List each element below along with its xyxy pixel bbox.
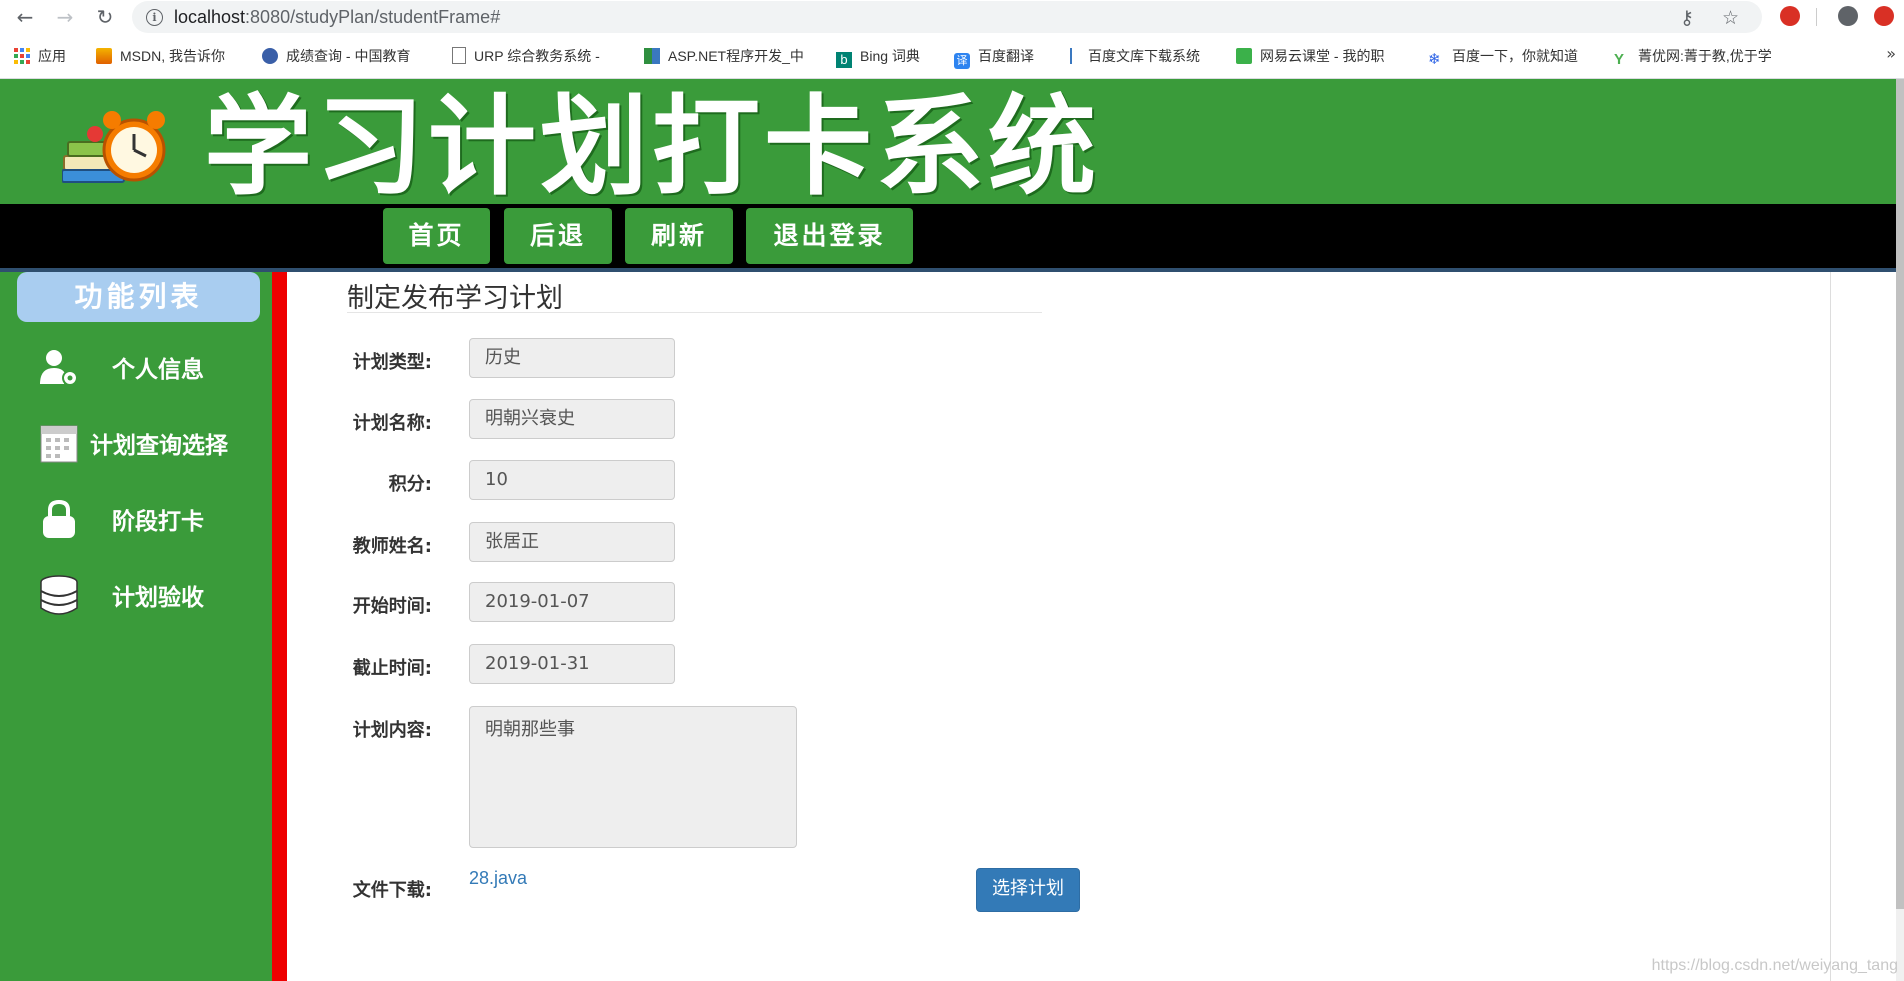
bookmark-baidu-translate[interactable]: 译百度翻译 [954, 46, 1034, 69]
sidebar-item-stage-checkin[interactable]: 阶段打卡 [0, 490, 272, 546]
page-icon [452, 47, 466, 64]
profile-avatar-icon[interactable] [1838, 6, 1858, 26]
calendar-icon [40, 425, 78, 463]
bookmark-label: URP 综合教务系统 - [474, 48, 600, 64]
heading-divider [347, 312, 1042, 313]
forward-arrow-icon[interactable]: → [52, 4, 78, 30]
bookmark-netease[interactable]: 网易云课堂 - 我的职 [1236, 46, 1384, 66]
bookmark-label: 网易云课堂 - 我的职 [1260, 48, 1385, 64]
sidebar-item-label: 阶段打卡 [112, 509, 204, 535]
url-host: localhost [174, 7, 246, 27]
sidebar-item-plan-query[interactable]: 计划查询选择 [0, 414, 272, 470]
bookmark-bing[interactable]: b Bing 词典 [836, 46, 920, 68]
database-icon [40, 575, 78, 615]
points-field[interactable]: 10 [469, 460, 675, 500]
bookmark-baidu[interactable]: ❄ 百度一下，你就知道 [1428, 46, 1578, 68]
points-label: 积分: [388, 474, 432, 495]
back-arrow-icon[interactable]: ← [12, 4, 38, 30]
file-download-label: 文件下载: [352, 880, 432, 901]
bookmarks-overflow-button[interactable]: » [1886, 44, 1896, 63]
start-date-field[interactable]: 2019-01-07 [469, 582, 675, 622]
site-info-icon[interactable]: i [146, 9, 163, 26]
teacher-name-field[interactable]: 张居正 [469, 522, 675, 562]
flag-icon [1070, 48, 1080, 64]
translate-icon: 译 [954, 53, 970, 69]
bookmark-label: 百度文库下载系统 [1088, 48, 1200, 64]
refresh-button[interactable]: 刷新 [625, 208, 733, 264]
bookmark-label: 成绩查询 - 中国教育 [286, 48, 411, 64]
bookmark-msdn[interactable]: MSDN, 我告诉你 [96, 46, 225, 66]
start-date-label: 开始时间: [352, 596, 432, 617]
bookmark-apps[interactable]: 应用 [14, 46, 66, 66]
bookmark-aspnet[interactable]: ASP.NET程序开发_中 [644, 46, 804, 66]
plan-content-label: 计划内容: [352, 720, 432, 741]
toolbar-separator [1816, 8, 1817, 26]
sidebar-item-label: 计划验收 [112, 585, 204, 611]
sidebar-item-plan-acceptance[interactable]: 计划验收 [0, 566, 272, 622]
logout-button[interactable]: 退出登录 [746, 208, 913, 264]
browser-toolbar: ← → ↻ i localhost:8080/studyPlan/student… [0, 0, 1904, 34]
teacher-name-label: 教师姓名: [352, 536, 432, 557]
end-date-label: 截止时间: [352, 658, 432, 679]
alarm-clock-books-icon [62, 111, 166, 183]
end-date-field[interactable]: 2019-01-31 [469, 644, 675, 684]
bookmark-label: Bing 词典 [860, 48, 920, 64]
bookmark-label: 百度一下，你就知道 [1452, 48, 1578, 64]
plan-type-label: 计划类型: [352, 352, 432, 373]
extension-shield-icon[interactable] [1780, 6, 1800, 26]
bookmark-urp[interactable]: URP 综合教务系统 - [452, 46, 600, 66]
content-frame: 制定发布学习计划 计划类型: 历史 计划名称: 明朝兴衰史 积分: 10 教师姓… [287, 272, 1831, 981]
site-title: 学习计划打卡系统 [204, 85, 1101, 210]
sidebar-item-personal-info[interactable]: 个人信息 [0, 338, 272, 394]
bookmark-label: 应用 [38, 48, 66, 64]
file-download-link[interactable]: 28.java [469, 868, 527, 889]
top-menu-bar: 首页 后退 刷新 退出登录 [0, 204, 1904, 272]
star-icon[interactable]: ☆ [1722, 7, 1739, 29]
bookmark-wenku[interactable]: 百度文库下载系统 [1070, 46, 1200, 66]
key-icon[interactable]: ⚷ [1680, 7, 1694, 29]
sidebar-title: 功能列表 [17, 272, 260, 322]
page-scrollbar[interactable] [1896, 79, 1904, 981]
bookmarks-bar: 应用 MSDN, 我告诉你 成绩查询 - 中国教育 URP 综合教务系统 - A… [0, 34, 1904, 79]
netease-icon [1236, 48, 1252, 64]
page-title: 制定发布学习计划 [347, 283, 563, 314]
bookmark-label: 百度翻译 [978, 48, 1034, 64]
home-button[interactable]: 首页 [383, 208, 490, 264]
select-plan-button[interactable]: 选择计划 [976, 868, 1080, 912]
user-settings-icon [40, 350, 78, 386]
baidu-paw-icon: ❄ [1428, 51, 1441, 68]
back-button[interactable]: 后退 [504, 208, 612, 264]
bing-icon: b [836, 52, 852, 68]
sidebar-item-label: 计划查询选择 [90, 433, 228, 459]
plan-name-field[interactable]: 明朝兴衰史 [469, 399, 675, 439]
plan-type-field[interactable]: 历史 [469, 338, 675, 378]
sidebar-divider [272, 272, 287, 981]
url-path: :8080/studyPlan/studentFrame# [245, 7, 501, 27]
edu-globe-icon [262, 48, 278, 64]
bookmark-label: MSDN, 我告诉你 [120, 48, 225, 64]
lock-icon [43, 499, 75, 538]
book-icon [644, 48, 660, 64]
update-alert-icon[interactable] [1874, 6, 1894, 26]
site-header: 学习计划打卡系统 [0, 79, 1904, 210]
reload-icon[interactable]: ↻ [92, 4, 118, 30]
address-bar[interactable]: i localhost:8080/studyPlan/studentFrame#… [132, 1, 1762, 33]
plan-name-label: 计划名称: [352, 413, 432, 434]
msdn-icon [96, 48, 112, 64]
sidebar: 功能列表 个人信息 计划查询选择 阶段打卡 计划验收 [0, 272, 272, 981]
sidebar-item-label: 个人信息 [112, 357, 204, 383]
url-text[interactable]: localhost:8080/studyPlan/studentFrame# [174, 7, 500, 28]
apps-grid-icon [14, 48, 30, 64]
jyeoo-icon: Y [1614, 51, 1625, 68]
watermark: https://blog.csdn.net/weiyang_tang [1651, 957, 1898, 974]
bookmark-jyeoo[interactable]: Y 菁优网:菁于教,优于学 [1614, 46, 1772, 68]
bookmark-label: 菁优网:菁于教,优于学 [1638, 48, 1772, 64]
bookmark-label: ASP.NET程序开发_中 [668, 48, 804, 64]
plan-content-textarea[interactable]: 明朝那些事 [469, 706, 797, 848]
scrollbar-thumb[interactable] [1896, 79, 1904, 909]
bookmark-score-query[interactable]: 成绩查询 - 中国教育 [262, 46, 410, 66]
